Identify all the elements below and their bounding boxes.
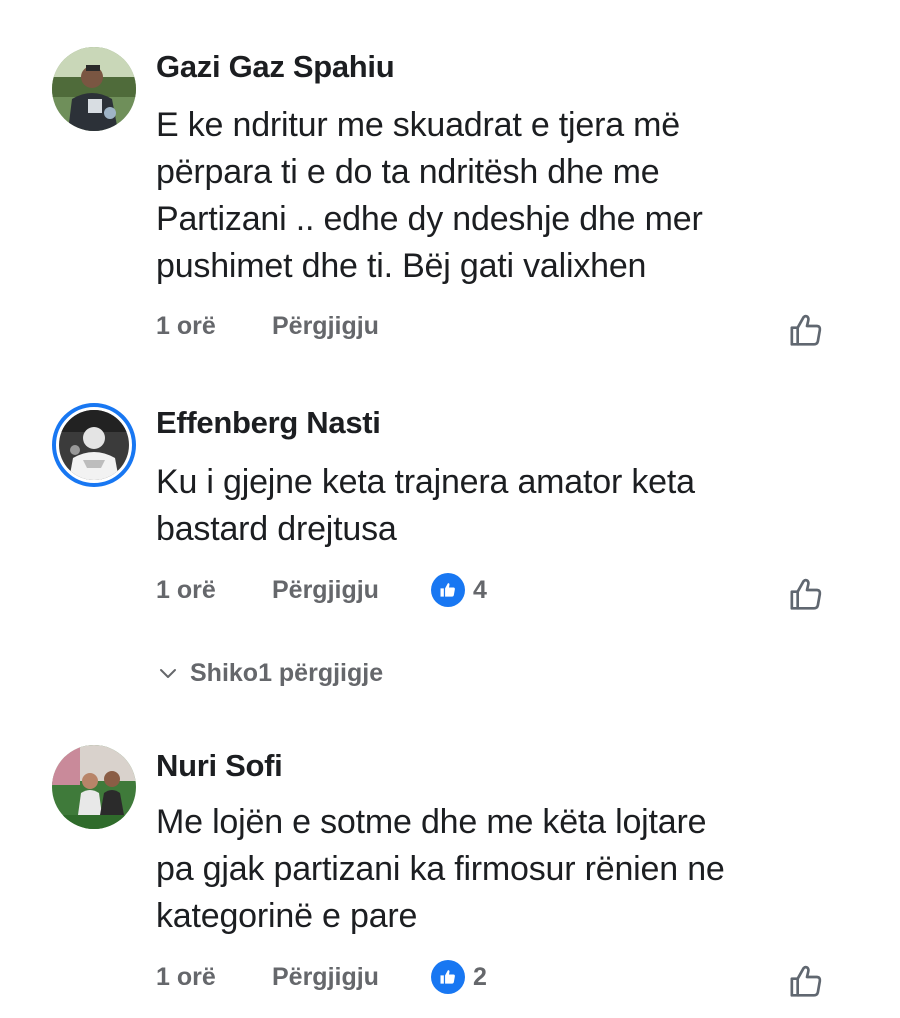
comment-timestamp: 1 orë [156,311,216,340]
like-button[interactable] [786,575,826,615]
reaction-count: 2 [472,962,487,991]
thumbs-up-icon [440,970,455,984]
comment-text-line: Ku i gjejne keta trajnera amator keta [156,463,695,501]
view-replies-button[interactable]: Shiko1 përgjigje [158,655,383,691]
comment-text-line: pa gjak partizani ka firmosur rënien ne [156,850,725,888]
comment-text: Ku i gjejne keta trajnera amator keta ba… [156,459,836,553]
comment-timestamp: 1 orë [156,575,216,604]
comment-actions: 1 orë Përgjigju 2 [156,957,487,997]
comment-text-line: pushimet dhe ti. Bëj gati valixhen [156,247,647,285]
reply-button[interactable]: Përgjigju [272,576,379,605]
reply-button[interactable]: Përgjigju [272,963,379,992]
like-button[interactable] [786,962,826,1002]
avatar-photo [59,410,129,480]
avatar-photo [52,745,136,829]
comment-author[interactable]: Effenberg Nasti [156,405,381,441]
reply-button[interactable]: Përgjigju [272,312,379,341]
comment-author[interactable]: Gazi Gaz Spahiu [156,49,395,85]
thumbs-up-outline-icon [790,314,822,346]
avatar[interactable] [52,745,136,829]
like-button[interactable] [786,311,826,351]
thumbs-up-outline-icon [790,578,822,610]
comment-text-line: përpara ti e do ta ndritësh dhe me [156,153,660,191]
comment-text-line: Me lojën e sotme dhe me këta lojtare [156,803,707,841]
comment-timestamp: 1 orë [156,962,216,991]
reaction-count: 4 [472,575,487,604]
comment-text: E ke ndritur me skuadrat e tjera më përp… [156,102,836,290]
thumbs-up-icon [440,583,455,597]
comment-text: Me lojën e sotme dhe me këta lojtare pa … [156,799,836,940]
view-replies-label: Shiko1 përgjigje [190,658,384,687]
like-reaction-icon [430,960,465,994]
reaction-summary[interactable]: 2 [430,960,487,994]
comment-author[interactable]: Nuri Sofi [156,748,283,784]
reaction-summary[interactable]: 4 [430,573,487,607]
chevron-down-icon [160,669,176,678]
avatar-photo [52,47,136,131]
like-reaction-icon [430,573,465,607]
comment-text-line: Partizani .. edhe dy ndeshje dhe mer [156,200,703,238]
avatar[interactable] [52,403,136,487]
comment-text-line: kategorinë e pare [156,897,418,935]
comment-actions: 1 orë Përgjigju [156,306,379,346]
avatar-image [59,410,129,480]
thumbs-up-outline-icon [790,965,822,997]
avatar[interactable] [52,47,136,131]
comment-actions: 1 orë Përgjigju 4 [156,570,487,610]
comment-text-line: bastard drejtusa [156,510,397,548]
comment-text-line: E ke ndritur me skuadrat e tjera më [156,106,681,144]
